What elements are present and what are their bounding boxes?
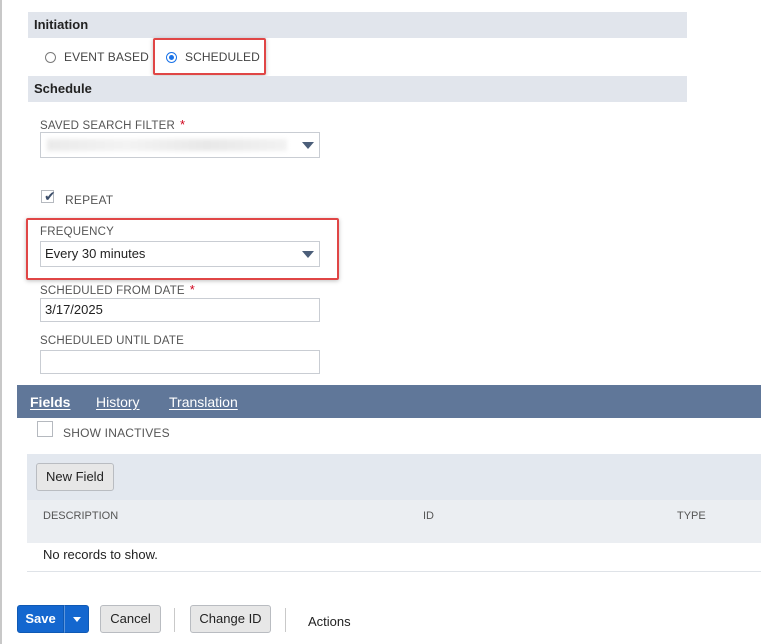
save-button[interactable]: Save [17,605,64,633]
dropdown-arrow-icon[interactable] [302,142,314,149]
schedule-header: Schedule [28,76,687,102]
scheduled-until-date-label: SCHEDULED UNTIL DATE [40,335,184,347]
tab-fields[interactable]: Fields [30,385,70,418]
fields-grid: New Field DESCRIPTION ID TYPE No records… [27,454,761,572]
save-menu-button[interactable] [64,605,89,633]
show-inactives-checkbox[interactable] [37,421,53,437]
repeat-label: REPEAT [65,193,114,207]
grid-header: DESCRIPTION ID TYPE [27,500,761,543]
redacted-value [47,139,287,151]
tab-translation[interactable]: Translation [169,385,238,418]
checkmark-icon: ✔ [44,188,56,204]
scheduled-from-date-label: SCHEDULED FROM DATE * [40,282,196,297]
saved-search-filter-label: SAVED SEARCH FILTER * [40,117,186,132]
scheduled-highlight [153,38,266,75]
column-type[interactable]: TYPE [677,510,706,522]
new-field-button[interactable]: New Field [36,463,114,491]
saved-search-filter-select[interactable] [40,132,320,158]
empty-message: No records to show. [43,547,158,562]
scheduled-from-date-input[interactable]: 3/17/2025 [40,298,320,322]
repeat-checkbox[interactable]: ✔ [41,188,56,204]
grid-toolbar: New Field [27,454,761,500]
cancel-button[interactable]: Cancel [100,605,161,633]
change-id-button[interactable]: Change ID [190,605,271,633]
frequency-highlight [26,218,339,280]
divider [174,608,175,632]
show-inactives-label: SHOW INACTIVES [63,426,170,440]
left-border [0,0,2,644]
radio-event-based[interactable]: EVENT BASED [45,44,149,70]
radio-event-based-label: EVENT BASED [64,50,149,64]
initiation-header: Initiation [28,12,687,38]
divider [285,608,286,632]
actions-menu[interactable]: Actions [308,614,351,629]
column-description[interactable]: DESCRIPTION [43,510,118,522]
chevron-down-icon [73,617,81,622]
tab-history[interactable]: History [96,385,140,418]
subtab-bar: Fields History Translation [17,385,761,418]
column-id[interactable]: ID [423,510,434,522]
scheduled-until-date-input[interactable] [40,350,320,374]
radio-icon[interactable] [45,51,56,63]
